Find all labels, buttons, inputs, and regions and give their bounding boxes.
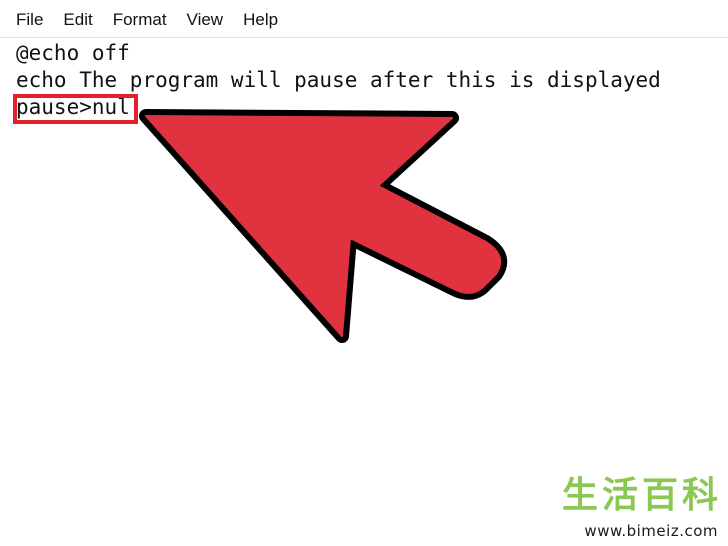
notepad-window: File Edit Format View Help @echo off ech… [0, 0, 728, 546]
menu-help[interactable]: Help [233, 8, 288, 30]
menu-view[interactable]: View [177, 8, 234, 30]
code-line-1: @echo off [16, 41, 130, 65]
watermark-logo: 生 活 百 科 [562, 476, 718, 516]
watermark-char-4: 科 [681, 475, 718, 516]
highlight-box [13, 94, 138, 124]
menu-format[interactable]: Format [103, 8, 177, 30]
menu-edit[interactable]: Edit [53, 8, 102, 30]
menu-bar: File Edit Format View Help [0, 0, 728, 38]
watermark-char-2: 活 [601, 475, 638, 516]
watermark-char-3: 百 [641, 475, 678, 516]
watermark-char-1: 生 [561, 475, 598, 516]
watermark: 生 活 百 科 www.bimeiz.com [518, 476, 718, 541]
code-line-2: echo The program will pause after this i… [16, 68, 661, 92]
watermark-url: www.bimeiz.com [584, 522, 718, 540]
menu-file[interactable]: File [6, 8, 53, 30]
